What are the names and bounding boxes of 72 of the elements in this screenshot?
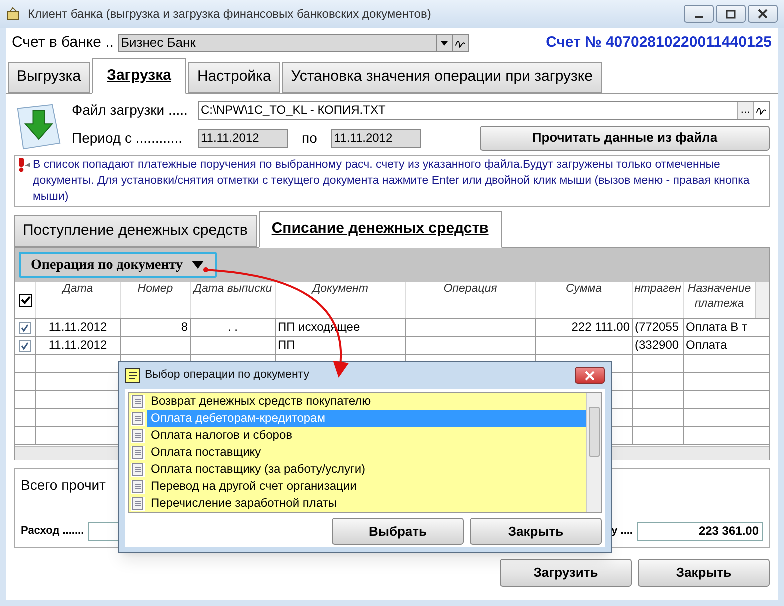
column-header: Дата: [35, 282, 120, 318]
tab[interactable]: Загрузка: [92, 58, 186, 94]
warning-icon: [17, 157, 31, 173]
table-cell: (332900: [635, 338, 680, 352]
field-label: Счет в банке ..: [12, 32, 114, 53]
close-button[interactable]: [575, 367, 605, 384]
field-label: у ....: [612, 524, 633, 540]
field-label: Расход .......: [21, 524, 84, 540]
list-item[interactable]: Возврат денежных средств покупателю: [147, 393, 586, 410]
list-item[interactable]: Оплата поставщику (за работу/услуги): [147, 461, 586, 478]
date-field[interactable]: 11.11.2012: [331, 128, 422, 148]
tab[interactable]: Выгрузка: [8, 62, 90, 93]
bank-dropdown[interactable]: Бизнес Банк: [118, 34, 469, 52]
maximize-button[interactable]: [716, 5, 746, 23]
table-cell: Оплата В т: [686, 320, 748, 334]
window-title: Клиент банка (выгрузка и загрузка финансовых банковских документов): [28, 6, 432, 23]
list-item[interactable]: Оплата поставщику: [147, 444, 586, 461]
read-file-button[interactable]: Прочитать данные из файла: [480, 126, 770, 150]
action-button[interactable]: Закрыть: [638, 559, 770, 587]
dialog-title: Выбор операции по документу: [145, 368, 310, 383]
minimize-icon: [695, 16, 703, 18]
column-header: Документ: [275, 282, 405, 318]
document-icon: [131, 480, 145, 494]
summary-title: Всего прочит: [21, 476, 106, 495]
tab[interactable]: Установка значения операции при загрузке: [282, 62, 602, 93]
table-cell: . .: [228, 320, 238, 334]
column-header: Дата выписки: [190, 282, 275, 318]
document-icon: [131, 412, 145, 426]
close-button[interactable]: [748, 5, 778, 23]
table-cell: 222 111.00: [572, 320, 630, 334]
column-header: нтраген: [632, 282, 683, 318]
dialog-button[interactable]: Закрыть: [470, 518, 602, 545]
action-button[interactable]: Загрузить: [500, 559, 632, 587]
list-item[interactable]: Перечисление заработной платы: [147, 495, 586, 512]
document-icon: [131, 428, 145, 442]
field-label: Файл загрузки .....: [72, 100, 189, 120]
list-item[interactable]: Оплата налогов и сборов: [147, 427, 586, 444]
tab[interactable]: Списание денежных средств: [258, 211, 502, 248]
tab[interactable]: Настройка: [188, 62, 280, 93]
file-field[interactable]: C:\NPW\1C_TO_KL - КОПИЯ.TXT ...: [198, 100, 770, 120]
bag-icon: [6, 6, 22, 22]
column-header: Сумма: [535, 282, 632, 318]
column-header: Номер: [120, 282, 190, 318]
date-field[interactable]: 11.11.2012: [198, 128, 288, 148]
tab[interactable]: Поступление денежных средств: [14, 215, 257, 247]
checkbox[interactable]: [19, 322, 31, 334]
document-icon: [131, 462, 145, 476]
dialog-button[interactable]: Выбрать: [332, 518, 464, 545]
checkbox[interactable]: [18, 294, 32, 306]
table-cell: 8: [181, 320, 188, 334]
field-label: по: [301, 128, 318, 148]
checkbox[interactable]: [19, 340, 31, 352]
info-text: В список попадают платежные поручения по выбранному расч. счету из указанного файла.Будут загружены только отмеченные документы. Для установки/снятия отметки с текущего документа нажмите Enter или двойной клик мыши (вызов меню - правая кнопка мыши): [33, 158, 751, 205]
table-cell: ПП: [278, 338, 296, 352]
document-icon: [131, 394, 145, 408]
operation-dropdown[interactable]: Операция по документу: [19, 252, 218, 278]
table-cell: Оплата: [686, 338, 728, 352]
total-field[interactable]: 223 361.00: [637, 522, 763, 541]
table-cell: (772055: [635, 320, 680, 334]
table-cell: 11.11.2012: [48, 320, 108, 334]
caret-icon: [191, 260, 206, 270]
account-number: Счет № 40702810220011440125: [546, 32, 772, 53]
close-icon: [584, 370, 596, 380]
field-label: Период с ............: [72, 128, 184, 148]
minimize-button[interactable]: [684, 5, 714, 23]
browse-button[interactable]: ...: [737, 102, 753, 118]
document-icon: [131, 496, 145, 510]
table-cell: 11.11.2012: [48, 338, 108, 352]
column-header: Операция: [405, 282, 535, 318]
list-item[interactable]: Перевод на другой счет организации: [147, 478, 586, 495]
note-icon: [125, 368, 141, 384]
document-icon: [131, 446, 145, 460]
